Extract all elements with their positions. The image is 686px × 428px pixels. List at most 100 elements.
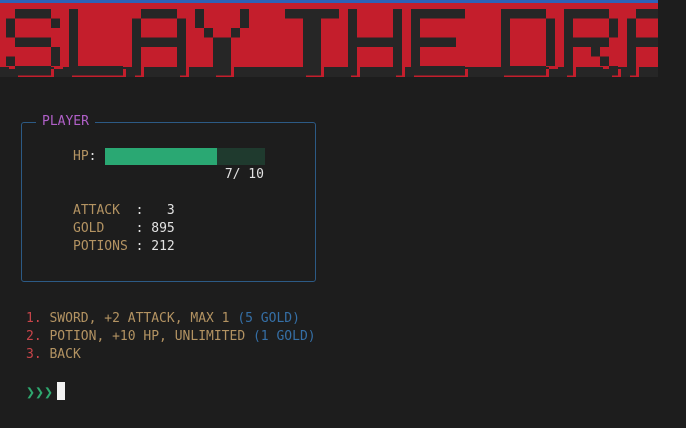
- banner-pixel: [519, 9, 528, 19]
- banner-pixel: [213, 66, 222, 76]
- menu-option-number: 3.: [26, 347, 42, 362]
- banner-pixel: [609, 28, 618, 38]
- banner-pixel: [393, 47, 402, 57]
- banner-pixel: [501, 28, 510, 38]
- banner-pixel: [321, 9, 330, 19]
- banner-pixel: [501, 66, 510, 76]
- banner-pixel: [600, 9, 609, 19]
- text-cursor[interactable]: [57, 382, 65, 400]
- banner-pixel: [204, 28, 213, 38]
- banner-pixel: [501, 47, 510, 57]
- banner-pixel: [150, 9, 159, 19]
- banner-pixel: [348, 18, 357, 28]
- banner-pixel: [528, 9, 537, 19]
- stat-label: POTIONS: [73, 239, 136, 254]
- banner-pixel: [393, 28, 402, 38]
- banner-pixel: [564, 9, 573, 19]
- menu-option-1[interactable]: 1. SWORD, +2 ATTACK, MAX 1 (5 GOLD): [26, 311, 300, 327]
- banner-pixel: [348, 47, 357, 57]
- banner-pixel: [24, 66, 33, 76]
- banner-pixel: [573, 9, 582, 19]
- banner-pixel: [240, 18, 249, 28]
- banner-pixel: [159, 37, 168, 47]
- banner-pixel: [564, 56, 573, 66]
- banner-pixel: [177, 56, 186, 66]
- banner-pixel: [195, 9, 204, 19]
- banner-pixel: [384, 37, 393, 47]
- banner-pixel: [132, 37, 141, 47]
- banner-pixel: [42, 66, 51, 76]
- banner-pixel: [69, 37, 78, 47]
- stat-value: 212: [151, 239, 175, 254]
- banner-pixel: [393, 18, 402, 28]
- banner-pixel: [177, 28, 186, 38]
- banner-pixel: [564, 37, 573, 47]
- banner-pixel: [546, 47, 555, 57]
- banner-pixel: [69, 9, 78, 19]
- banner-pixel: [42, 37, 51, 47]
- banner-pixel: [132, 56, 141, 66]
- hp-label-text: HP: [73, 149, 89, 164]
- banner-pixel: [447, 9, 456, 19]
- hp-bar-fill: [105, 148, 217, 165]
- banner-pixel: [456, 9, 465, 19]
- banner-pixel: [411, 56, 420, 66]
- menu-option-2[interactable]: 2. POTION, +10 HP, UNLIMITED (1 GOLD): [26, 329, 316, 345]
- stat-value: 895: [151, 221, 175, 236]
- banner-pixel: [105, 66, 114, 76]
- player-panel: PLAYER: [21, 114, 316, 282]
- banner-pixel: [600, 56, 609, 66]
- banner-pixel: [447, 66, 456, 76]
- banner-pixel: [636, 37, 645, 47]
- banner-pixel: [312, 18, 321, 28]
- banner-pixel: [564, 47, 573, 57]
- banner-pixel: [591, 9, 600, 19]
- hp-colon: :: [88, 149, 97, 164]
- banner-pixel: [51, 56, 60, 66]
- banner-pixel: [141, 9, 150, 19]
- banner-pixel: [168, 37, 177, 47]
- menu-option-number: 2.: [26, 329, 42, 344]
- banner-pixel: [366, 37, 375, 47]
- banner-pixel: [501, 18, 510, 28]
- player-panel-title: PLAYER: [36, 114, 95, 130]
- banner-pixel: [312, 37, 321, 47]
- banner-pixel: [582, 37, 591, 47]
- banner-pixel: [510, 66, 519, 76]
- banner-pixel: [24, 9, 33, 19]
- banner-pixel: [312, 66, 321, 76]
- banner-pixel: [231, 28, 240, 38]
- prompt-symbol: ❯❯❯: [26, 383, 54, 401]
- stat-separator: :: [135, 203, 152, 218]
- banner-pixel: [6, 18, 15, 28]
- menu-option-label: SWORD, +2 ATTACK, MAX 1: [49, 311, 230, 326]
- banner-pixel: [564, 18, 573, 28]
- banner-pixel: [411, 37, 420, 47]
- banner-pixel: [429, 66, 438, 76]
- menu-option-3[interactable]: 3. BACK: [26, 347, 81, 363]
- banner-pixel: [33, 9, 42, 19]
- banner-pixel: [609, 66, 618, 76]
- banner-pixel: [303, 37, 312, 47]
- banner-pixel: [330, 9, 339, 19]
- banner-pixel: [303, 47, 312, 57]
- title-banner: SLAY THE DRAGON: [0, 3, 658, 77]
- banner-pixel: [582, 9, 591, 19]
- banner-pixel: [213, 47, 222, 57]
- banner-pixel: [33, 37, 42, 47]
- banner-pixel: [537, 9, 546, 19]
- banner-pixel: [24, 37, 33, 47]
- banner-pixel: [501, 37, 510, 47]
- banner-pixel: [537, 66, 546, 76]
- banner-pixel: [429, 9, 438, 19]
- banner-pixel: [627, 66, 636, 76]
- banner-pixel: [303, 66, 312, 76]
- banner-pixel: [114, 66, 123, 76]
- stat-separator: :: [135, 221, 152, 236]
- banner-pixel: [159, 9, 168, 19]
- banner-pixel: [348, 37, 357, 47]
- banner-pixel: [591, 47, 600, 57]
- banner-pixel: [240, 9, 249, 19]
- banner-pixel: [600, 37, 609, 47]
- banner-pixel: [591, 37, 600, 47]
